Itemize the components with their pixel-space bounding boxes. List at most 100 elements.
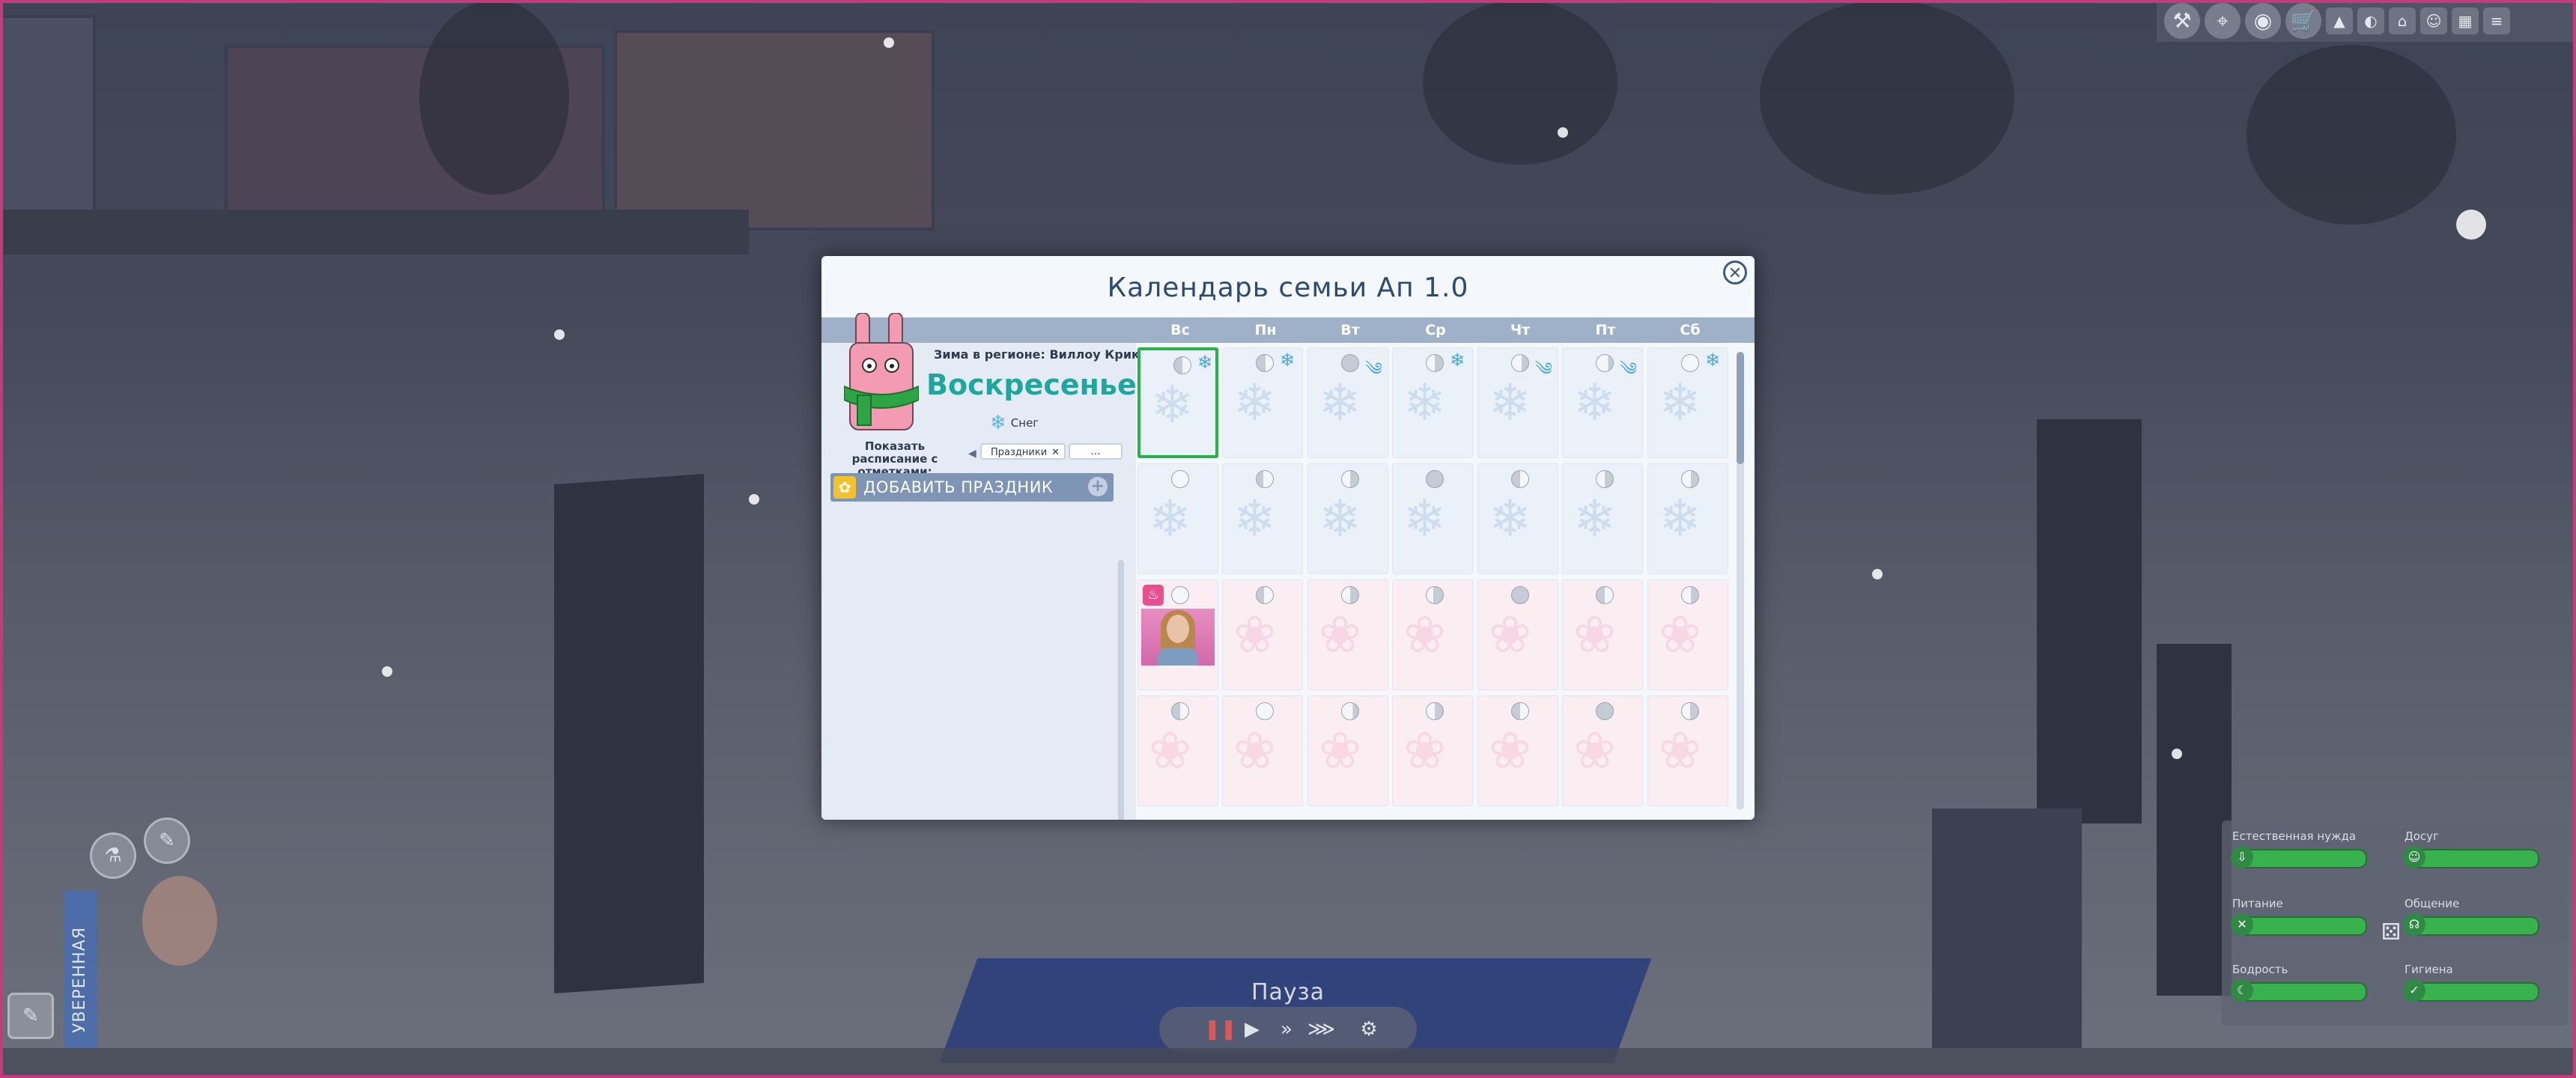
moon-phase-icon: [1256, 354, 1274, 372]
need-social[interactable]: Общение ☊: [2403, 897, 2562, 936]
calendar-day-cell[interactable]: ❀: [1392, 695, 1473, 806]
need-bar: ⇩: [2231, 846, 2367, 868]
moon-phase-icon: [1171, 702, 1189, 720]
calendar-day-cell[interactable]: ❄ ❄: [1222, 347, 1303, 458]
calendar-day-cell[interactable]: ❄: [1562, 463, 1643, 574]
calendar-day-cell[interactable]: ❄: [1392, 463, 1473, 574]
need-fun[interactable]: Досуг ☺: [2403, 829, 2562, 868]
snowflake-pattern-icon: ❄: [1489, 490, 1531, 549]
calendar-day-cell[interactable]: ❀: [1562, 695, 1643, 806]
snowflake: [884, 37, 894, 48]
thought-bubble-icon[interactable]: ✎: [144, 817, 190, 864]
flower-pattern-icon: ❀: [1659, 722, 1701, 781]
moon-phase-icon: [1426, 702, 1444, 720]
calendar-day-cell[interactable]: ❄: [1307, 463, 1388, 574]
filter-more-button[interactable]: ...: [1069, 443, 1123, 460]
snowflake-pattern-icon: ❄: [1659, 374, 1701, 433]
snowflake-pattern-icon: ❄: [1573, 374, 1616, 433]
moon-phase-icon: [1341, 586, 1359, 604]
scrollbar-thumb[interactable]: [1737, 352, 1744, 464]
calendar-day-cell[interactable]: ❄ ༄: [1307, 347, 1388, 458]
wind-icon: ༄: [1535, 359, 1552, 380]
birthday-cake-icon: ♨: [1143, 585, 1164, 606]
need-bladder[interactable]: Естественная нужда ⇩: [2231, 829, 2390, 868]
gallery-icon[interactable]: ◐: [2357, 7, 2384, 34]
filter-arrow-icon[interactable]: ◀: [968, 448, 976, 460]
snowflake: [2456, 210, 2486, 240]
calendar-day-cell[interactable]: ❀: [1137, 695, 1218, 806]
calendar-scrollbar[interactable]: [1737, 352, 1744, 810]
flower-pattern-icon: ❀: [1149, 722, 1191, 781]
camera-icon[interactable]: ▲: [2326, 7, 2353, 34]
calendar-day-cell[interactable]: ❄ ༄: [1477, 347, 1558, 458]
need-energy[interactable]: Бодрость ☾: [2231, 963, 2390, 1002]
lot-traits-icon[interactable]: ◉: [2245, 3, 2281, 39]
build-tools-icon[interactable]: ⚒: [2164, 3, 2200, 39]
dice-icon[interactable]: ⚄: [2378, 919, 2405, 946]
home-icon[interactable]: ⌂: [2389, 7, 2416, 34]
calendar-day-cell[interactable]: ❀: [1647, 579, 1728, 690]
add-holiday-button[interactable]: ✿ Добавить праздник +: [830, 473, 1114, 502]
moon-phase-icon: [1596, 354, 1614, 372]
calendar-dialog: Календарь семьи Ап 1.0 ✕ Вс Пн Вт Ср Чт …: [821, 256, 1755, 820]
ultra-speed-button[interactable]: ⋙: [1307, 1016, 1335, 1043]
filter-chip-holidays[interactable]: Праздники ✕: [980, 443, 1066, 460]
calendar-day-cell[interactable]: ❄: [1222, 463, 1303, 574]
calendar-day-cell[interactable]: ❄ ༄: [1562, 347, 1643, 458]
calendar-day-cell[interactable]: ❄: [1647, 463, 1728, 574]
menu-icon[interactable]: ≡: [2483, 7, 2510, 34]
calendar-day-cell[interactable]: ❄ ❄: [1137, 347, 1218, 458]
calendar-day-cell[interactable]: ❀: [1647, 695, 1728, 806]
panel-scrollbar[interactable]: [1118, 560, 1124, 820]
moon-phase-icon: [1341, 354, 1359, 372]
need-hunger[interactable]: Питание ✕: [2231, 897, 2390, 936]
filter-chip-label: Праздники: [991, 447, 1048, 458]
calendar-day-cell[interactable]: ❀: [1222, 695, 1303, 806]
map-icon[interactable]: ⌖: [2205, 3, 2241, 39]
moon-phase-icon: [1596, 586, 1614, 604]
snowflake-pattern-icon: ❄: [1319, 374, 1361, 433]
bunny-mascot-icon: [844, 313, 919, 430]
sim-face: [1167, 615, 1189, 643]
moon-phase-icon: [1171, 470, 1189, 488]
calendar-day-cell[interactable]: ❀: [1562, 579, 1643, 690]
day-header: Вс: [1170, 322, 1190, 338]
settings-gear-icon[interactable]: ⚙: [1355, 1016, 1382, 1043]
bottom-hud-bar: [0, 1048, 2576, 1078]
calendar-day-cell[interactable]: ❄: [1137, 463, 1218, 574]
weather-forecast: ❄ Снег: [990, 412, 1039, 434]
pause-button[interactable]: ❚❚: [1204, 1016, 1237, 1043]
grid-icon[interactable]: ▦: [2452, 7, 2479, 34]
calendar-day-cell[interactable]: ❀: [1477, 579, 1558, 690]
play-button[interactable]: ▶: [1239, 1016, 1266, 1043]
sim-portrait[interactable]: [1141, 609, 1215, 666]
moon-phase-icon: [1341, 702, 1359, 720]
pencil-icon[interactable]: ✎: [7, 993, 54, 1039]
need-hygiene[interactable]: Гигиена ✓: [2403, 963, 2562, 1002]
household-icon[interactable]: ☺: [2420, 7, 2447, 34]
mood-label: УВЕРЕННАЯ: [70, 927, 89, 1033]
close-button[interactable]: ✕: [1723, 261, 1747, 284]
flower-pattern-icon: ❀: [1319, 722, 1361, 781]
remove-filter-icon[interactable]: ✕: [1051, 445, 1060, 461]
flower-pattern-icon: ❀: [1233, 722, 1276, 781]
calendar-day-cell[interactable]: ❄ ❄: [1647, 347, 1728, 458]
calendar-day-cell[interactable]: ❀: [1307, 579, 1388, 690]
shop-cart-icon[interactable]: 🛒: [2285, 3, 2321, 39]
mood-indicator[interactable]: УВЕРЕННАЯ: [64, 891, 97, 1048]
thought-bubble-icon[interactable]: ⚗: [90, 832, 136, 879]
calendar-day-cell[interactable]: ❀: [1477, 695, 1558, 806]
calendar-day-cell[interactable]: ❄ ❄: [1392, 347, 1473, 458]
fast-forward-button[interactable]: »: [1273, 1016, 1300, 1043]
moon-phase-icon: [1511, 354, 1529, 372]
need-icon: ☺: [2403, 846, 2425, 868]
calendar-day-cell[interactable]: ❀: [1307, 695, 1388, 806]
day-header: Ср: [1425, 322, 1446, 338]
snowflake-pattern-icon: ❄: [1233, 374, 1276, 433]
calendar-day-cell[interactable]: ❀: [1392, 579, 1473, 690]
active-sim-portrait[interactable]: [142, 876, 217, 966]
calendar-day-cell[interactable]: ❄: [1477, 463, 1558, 574]
calendar-day-cell[interactable]: ❀: [1222, 579, 1303, 690]
calendar-day-cell[interactable]: ❀ ♨: [1137, 579, 1218, 690]
speed-controls: ❚❚ ▶ » ⋙ ⚙: [1159, 1007, 1417, 1052]
